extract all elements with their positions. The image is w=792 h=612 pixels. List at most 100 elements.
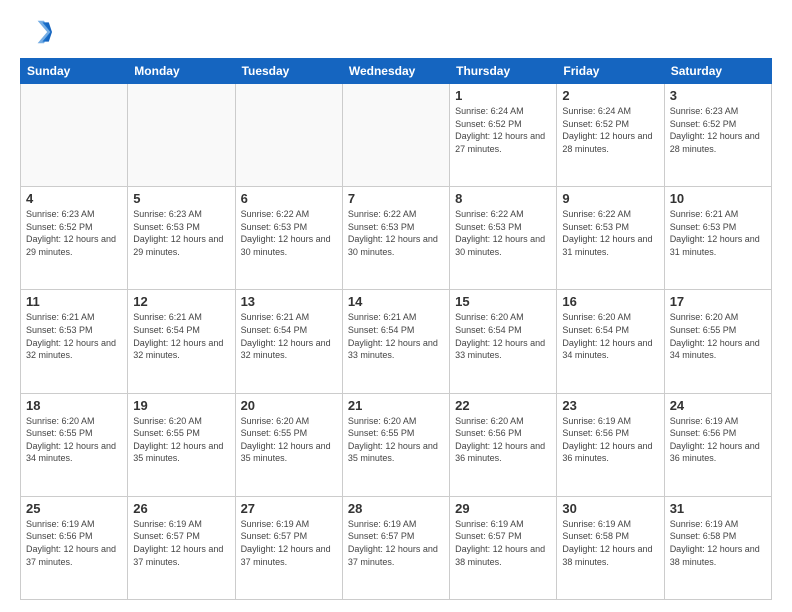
weekday-header-tuesday: Tuesday — [235, 59, 342, 84]
day-info: Sunrise: 6:21 AM Sunset: 6:54 PM Dayligh… — [133, 311, 229, 361]
day-number: 2 — [562, 88, 658, 103]
calendar-cell: 17 Sunrise: 6:20 AM Sunset: 6:55 PM Dayli… — [664, 290, 771, 393]
day-number: 12 — [133, 294, 229, 309]
day-number: 27 — [241, 501, 337, 516]
week-row-3: 11 Sunrise: 6:21 AM Sunset: 6:53 PM Dayli… — [21, 290, 772, 393]
day-number: 7 — [348, 191, 444, 206]
calendar-cell: 19 Sunrise: 6:20 AM Sunset: 6:55 PM Dayli… — [128, 393, 235, 496]
day-info: Sunrise: 6:19 AM Sunset: 6:58 PM Dayligh… — [562, 518, 658, 568]
day-info: Sunrise: 6:19 AM Sunset: 6:57 PM Dayligh… — [455, 518, 551, 568]
day-info: Sunrise: 6:22 AM Sunset: 6:53 PM Dayligh… — [241, 208, 337, 258]
calendar-cell: 14 Sunrise: 6:21 AM Sunset: 6:54 PM Dayli… — [342, 290, 449, 393]
weekday-header-saturday: Saturday — [664, 59, 771, 84]
day-info: Sunrise: 6:19 AM Sunset: 6:57 PM Dayligh… — [348, 518, 444, 568]
calendar-cell: 28 Sunrise: 6:19 AM Sunset: 6:57 PM Dayli… — [342, 496, 449, 599]
calendar-cell: 27 Sunrise: 6:19 AM Sunset: 6:57 PM Dayli… — [235, 496, 342, 599]
day-info: Sunrise: 6:23 AM Sunset: 6:52 PM Dayligh… — [26, 208, 122, 258]
day-number: 8 — [455, 191, 551, 206]
calendar-cell: 18 Sunrise: 6:20 AM Sunset: 6:55 PM Dayli… — [21, 393, 128, 496]
calendar-cell: 8Sunrise: 6:22 AM Sunset: 6:53 PM Daylig… — [450, 187, 557, 290]
logo — [20, 16, 58, 48]
day-info: Sunrise: 6:20 AM Sunset: 6:55 PM Dayligh… — [241, 415, 337, 465]
day-number: 31 — [670, 501, 766, 516]
calendar-cell: 29 Sunrise: 6:19 AM Sunset: 6:57 PM Dayli… — [450, 496, 557, 599]
day-info: Sunrise: 6:20 AM Sunset: 6:55 PM Dayligh… — [670, 311, 766, 361]
day-info: Sunrise: 6:20 AM Sunset: 6:56 PM Dayligh… — [455, 415, 551, 465]
header — [20, 16, 772, 48]
calendar-cell: 7 Sunrise: 6:22 AM Sunset: 6:53 PM Daylig… — [342, 187, 449, 290]
day-number: 10 — [670, 191, 766, 206]
day-number: 21 — [348, 398, 444, 413]
day-info: Sunrise: 6:22 AM Sunset: 6:53 PM Dayligh… — [562, 208, 658, 258]
day-info: Sunrise: 6:24 AM Sunset: 6:52 PM Dayligh… — [455, 105, 551, 155]
day-number: 9 — [562, 191, 658, 206]
week-row-1: 1 Sunrise: 6:24 AM Sunset: 6:52 PM Daylig… — [21, 84, 772, 187]
day-info: Sunrise: 6:21 AM Sunset: 6:54 PM Dayligh… — [348, 311, 444, 361]
weekday-header-friday: Friday — [557, 59, 664, 84]
day-number: 23 — [562, 398, 658, 413]
day-number: 14 — [348, 294, 444, 309]
day-info: Sunrise: 6:20 AM Sunset: 6:55 PM Dayligh… — [26, 415, 122, 465]
day-info: Sunrise: 6:19 AM Sunset: 6:57 PM Dayligh… — [241, 518, 337, 568]
day-number: 18 — [26, 398, 122, 413]
week-row-4: 18 Sunrise: 6:20 AM Sunset: 6:55 PM Dayli… — [21, 393, 772, 496]
calendar-cell: 21 Sunrise: 6:20 AM Sunset: 6:55 PM Dayli… — [342, 393, 449, 496]
calendar-cell: 3 Sunrise: 6:23 AM Sunset: 6:52 PM Daylig… — [664, 84, 771, 187]
calendar-table: SundayMondayTuesdayWednesdayThursdayFrid… — [20, 58, 772, 600]
day-number: 30 — [562, 501, 658, 516]
weekday-header-wednesday: Wednesday — [342, 59, 449, 84]
calendar-cell: 6 Sunrise: 6:22 AM Sunset: 6:53 PM Daylig… — [235, 187, 342, 290]
page: SundayMondayTuesdayWednesdayThursdayFrid… — [0, 0, 792, 612]
calendar-cell: 31Sunrise: 6:19 AM Sunset: 6:58 PM Dayli… — [664, 496, 771, 599]
day-number: 20 — [241, 398, 337, 413]
day-number: 16 — [562, 294, 658, 309]
weekday-header-sunday: Sunday — [21, 59, 128, 84]
calendar-cell: 15 Sunrise: 6:20 AM Sunset: 6:54 PM Dayli… — [450, 290, 557, 393]
day-number: 6 — [241, 191, 337, 206]
calendar-cell — [235, 84, 342, 187]
day-info: Sunrise: 6:20 AM Sunset: 6:54 PM Dayligh… — [562, 311, 658, 361]
day-number: 1 — [455, 88, 551, 103]
day-number: 5 — [133, 191, 229, 206]
day-number: 3 — [670, 88, 766, 103]
day-number: 25 — [26, 501, 122, 516]
calendar-cell: 12 Sunrise: 6:21 AM Sunset: 6:54 PM Dayli… — [128, 290, 235, 393]
day-number: 11 — [26, 294, 122, 309]
day-number: 29 — [455, 501, 551, 516]
day-number: 17 — [670, 294, 766, 309]
day-info: Sunrise: 6:19 AM Sunset: 6:57 PM Dayligh… — [133, 518, 229, 568]
calendar-cell: 22Sunrise: 6:20 AM Sunset: 6:56 PM Dayli… — [450, 393, 557, 496]
day-number: 24 — [670, 398, 766, 413]
day-number: 15 — [455, 294, 551, 309]
day-info: Sunrise: 6:23 AM Sunset: 6:53 PM Dayligh… — [133, 208, 229, 258]
calendar-cell: 4 Sunrise: 6:23 AM Sunset: 6:52 PM Daylig… — [21, 187, 128, 290]
calendar-cell: 23Sunrise: 6:19 AM Sunset: 6:56 PM Dayli… — [557, 393, 664, 496]
calendar-cell: 5 Sunrise: 6:23 AM Sunset: 6:53 PM Daylig… — [128, 187, 235, 290]
day-info: Sunrise: 6:20 AM Sunset: 6:55 PM Dayligh… — [348, 415, 444, 465]
day-info: Sunrise: 6:19 AM Sunset: 6:56 PM Dayligh… — [26, 518, 122, 568]
calendar-cell: 24 Sunrise: 6:19 AM Sunset: 6:56 PM Dayli… — [664, 393, 771, 496]
calendar-cell — [128, 84, 235, 187]
day-info: Sunrise: 6:24 AM Sunset: 6:52 PM Dayligh… — [562, 105, 658, 155]
calendar-cell: 2 Sunrise: 6:24 AM Sunset: 6:52 PM Daylig… — [557, 84, 664, 187]
calendar-cell: 26 Sunrise: 6:19 AM Sunset: 6:57 PM Dayli… — [128, 496, 235, 599]
calendar-cell — [21, 84, 128, 187]
calendar-cell: 16 Sunrise: 6:20 AM Sunset: 6:54 PM Dayli… — [557, 290, 664, 393]
day-number: 26 — [133, 501, 229, 516]
week-row-2: 4 Sunrise: 6:23 AM Sunset: 6:52 PM Daylig… — [21, 187, 772, 290]
day-info: Sunrise: 6:23 AM Sunset: 6:52 PM Dayligh… — [670, 105, 766, 155]
day-number: 13 — [241, 294, 337, 309]
day-info: Sunrise: 6:20 AM Sunset: 6:55 PM Dayligh… — [133, 415, 229, 465]
day-number: 19 — [133, 398, 229, 413]
day-info: Sunrise: 6:21 AM Sunset: 6:53 PM Dayligh… — [26, 311, 122, 361]
weekday-header-row: SundayMondayTuesdayWednesdayThursdayFrid… — [21, 59, 772, 84]
week-row-5: 25 Sunrise: 6:19 AM Sunset: 6:56 PM Dayli… — [21, 496, 772, 599]
day-info: Sunrise: 6:19 AM Sunset: 6:56 PM Dayligh… — [670, 415, 766, 465]
weekday-header-thursday: Thursday — [450, 59, 557, 84]
day-info: Sunrise: 6:21 AM Sunset: 6:54 PM Dayligh… — [241, 311, 337, 361]
logo-icon — [20, 16, 52, 48]
day-info: Sunrise: 6:22 AM Sunset: 6:53 PM Dayligh… — [348, 208, 444, 258]
day-number: 28 — [348, 501, 444, 516]
day-number: 4 — [26, 191, 122, 206]
day-info: Sunrise: 6:20 AM Sunset: 6:54 PM Dayligh… — [455, 311, 551, 361]
